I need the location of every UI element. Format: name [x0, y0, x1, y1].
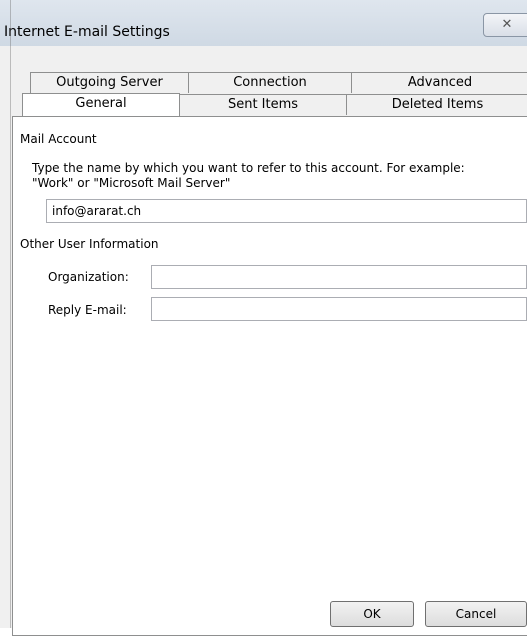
- account-name-input[interactable]: info@ararat.ch: [46, 199, 527, 223]
- window-title: Internet E-mail Settings: [4, 24, 170, 40]
- general-tab-panel: [12, 116, 527, 636]
- mail-account-legend: Mail Account: [20, 132, 102, 146]
- tab-advanced[interactable]: Advanced: [351, 72, 527, 93]
- internet-email-settings-window: Internet E-mail Settings ✕ Outgoing Serv…: [0, 0, 527, 636]
- reply-email-input[interactable]: [151, 297, 527, 321]
- tab-sent-items[interactable]: Sent Items: [179, 94, 347, 115]
- close-icon: ✕: [501, 17, 513, 32]
- tab-connection[interactable]: Connection: [188, 72, 352, 93]
- close-button[interactable]: ✕: [483, 13, 527, 37]
- tab-general[interactable]: General: [22, 93, 180, 116]
- organization-input[interactable]: [151, 265, 527, 289]
- cancel-button[interactable]: Cancel: [425, 601, 527, 627]
- organization-label: Organization:: [48, 270, 129, 284]
- tab-outgoing-server[interactable]: Outgoing Server: [30, 72, 189, 93]
- reply-email-label: Reply E-mail:: [48, 303, 127, 317]
- tab-deleted-items[interactable]: Deleted Items: [346, 94, 527, 115]
- left-border: [10, 0, 11, 628]
- ok-button[interactable]: OK: [330, 601, 414, 627]
- other-user-info-legend: Other User Information: [20, 237, 164, 251]
- account-name-description: Type the name by which you want to refer…: [32, 161, 465, 190]
- title-bar[interactable]: Internet E-mail Settings ✕: [0, 0, 527, 47]
